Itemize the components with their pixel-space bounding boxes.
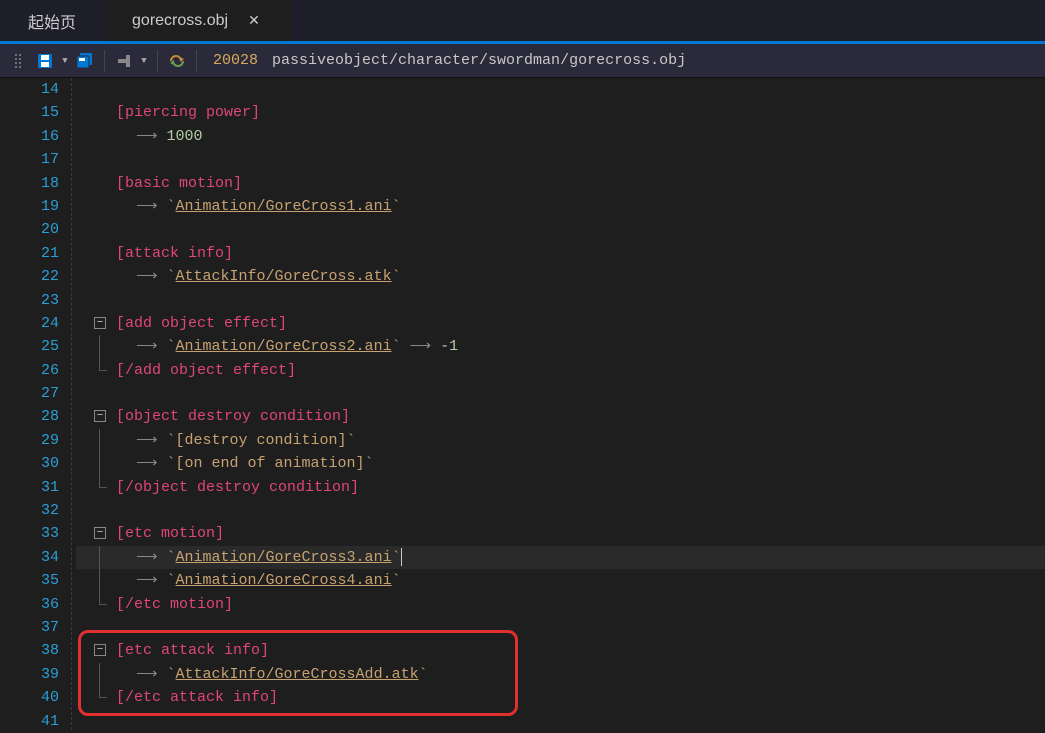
save-dropdown-icon[interactable]: ▼	[58, 56, 72, 66]
code-line: [/etc attack info]	[76, 686, 1045, 709]
line-number: 16	[0, 125, 59, 148]
save-all-icon[interactable]	[72, 48, 98, 74]
code-line: ⟶ `Animation/GoreCross4.ani`	[76, 569, 1045, 592]
line-number: 17	[0, 148, 59, 171]
line-number: 24	[0, 312, 59, 335]
line-number: 28	[0, 405, 59, 428]
line-number: 14	[0, 78, 59, 101]
tab-file[interactable]: gorecross.obj ✕	[104, 0, 292, 41]
code-line: ⟶ 1000	[76, 125, 1045, 148]
line-number: 22	[0, 265, 59, 288]
line-number: 39	[0, 663, 59, 686]
fold-toggle[interactable]: −	[94, 410, 106, 422]
code-line: [/add object effect]	[76, 359, 1045, 382]
line-number: 25	[0, 335, 59, 358]
separator	[157, 50, 158, 72]
tab-start[interactable]: 起始页	[0, 0, 104, 41]
code-line: ⟶ `Animation/GoreCross1.ani`	[76, 195, 1045, 218]
code-line: ⟶ `[destroy condition]`	[76, 429, 1045, 452]
code-line	[76, 78, 1045, 101]
code-line: [piercing power]	[76, 101, 1045, 124]
line-number: 26	[0, 359, 59, 382]
line-number: 19	[0, 195, 59, 218]
line-number: 40	[0, 686, 59, 709]
code-line: [basic motion]	[76, 172, 1045, 195]
tab-bar: 起始页 gorecross.obj ✕	[0, 0, 1045, 44]
code-line	[76, 382, 1045, 405]
line-number: 21	[0, 242, 59, 265]
code-line: ⟶ `Animation/GoreCross3.ani`	[76, 546, 1045, 569]
code-line: −[object destroy condition]	[76, 405, 1045, 428]
tab-start-label: 起始页	[28, 9, 76, 33]
code-line: −[etc motion]	[76, 522, 1045, 545]
code-line: ⟶ `AttackInfo/GoreCrossAdd.atk`	[76, 663, 1045, 686]
code-line	[76, 616, 1045, 639]
line-number: 27	[0, 382, 59, 405]
fold-toggle[interactable]: −	[94, 644, 106, 656]
line-number: 32	[0, 499, 59, 522]
line-number: 37	[0, 616, 59, 639]
close-icon[interactable]: ✕	[244, 12, 264, 29]
line-number: 41	[0, 710, 59, 733]
line-number: 36	[0, 593, 59, 616]
line-number: 15	[0, 101, 59, 124]
line-gutter: 14 15 16 17 18 19 20 21 22 23 24 25 26 2…	[0, 78, 72, 730]
code-area[interactable]: [piercing power] ⟶ 1000 [basic motion] ⟶…	[72, 78, 1045, 730]
code-line: [attack info]	[76, 242, 1045, 265]
line-number: 20	[0, 218, 59, 241]
separator	[196, 50, 197, 72]
code-line: −[etc attack info]	[76, 639, 1045, 662]
sync-icon[interactable]	[164, 48, 190, 74]
code-line	[76, 289, 1045, 312]
toolbar: ▼ ▼ 20028 passiveobject/character/swordm…	[0, 44, 1045, 78]
line-number: 34	[0, 546, 59, 569]
code-line	[76, 218, 1045, 241]
line-number: 33	[0, 522, 59, 545]
line-number: 30	[0, 452, 59, 475]
line-number: 38	[0, 639, 59, 662]
save-icon[interactable]	[32, 48, 58, 74]
code-line: −[add object effect]	[76, 312, 1045, 335]
code-line	[76, 148, 1045, 171]
toolbar-number: 20028	[203, 52, 268, 69]
line-number: 35	[0, 569, 59, 592]
line-number: 18	[0, 172, 59, 195]
fold-toggle[interactable]: −	[94, 317, 106, 329]
line-number: 23	[0, 289, 59, 312]
code-line: [/object destroy condition]	[76, 476, 1045, 499]
code-line	[76, 710, 1045, 733]
grip-icon[interactable]	[6, 48, 32, 74]
tool-dropdown-icon[interactable]: ▼	[137, 56, 151, 66]
separator	[104, 50, 105, 72]
code-line	[76, 499, 1045, 522]
toolbar-path: passiveobject/character/swordman/gorecro…	[268, 52, 690, 69]
code-line: ⟶ `AttackInfo/GoreCross.atk`	[76, 265, 1045, 288]
tool-icon[interactable]	[111, 48, 137, 74]
line-number: 31	[0, 476, 59, 499]
code-line: ⟶ `[on end of animation]`	[76, 452, 1045, 475]
line-number: 29	[0, 429, 59, 452]
tab-file-label: gorecross.obj	[132, 12, 228, 30]
fold-toggle[interactable]: −	[94, 527, 106, 539]
code-line: [/etc motion]	[76, 593, 1045, 616]
code-line: ⟶ `Animation/GoreCross2.ani` ⟶ -1	[76, 335, 1045, 358]
text-cursor	[401, 548, 402, 566]
editor[interactable]: 14 15 16 17 18 19 20 21 22 23 24 25 26 2…	[0, 78, 1045, 730]
